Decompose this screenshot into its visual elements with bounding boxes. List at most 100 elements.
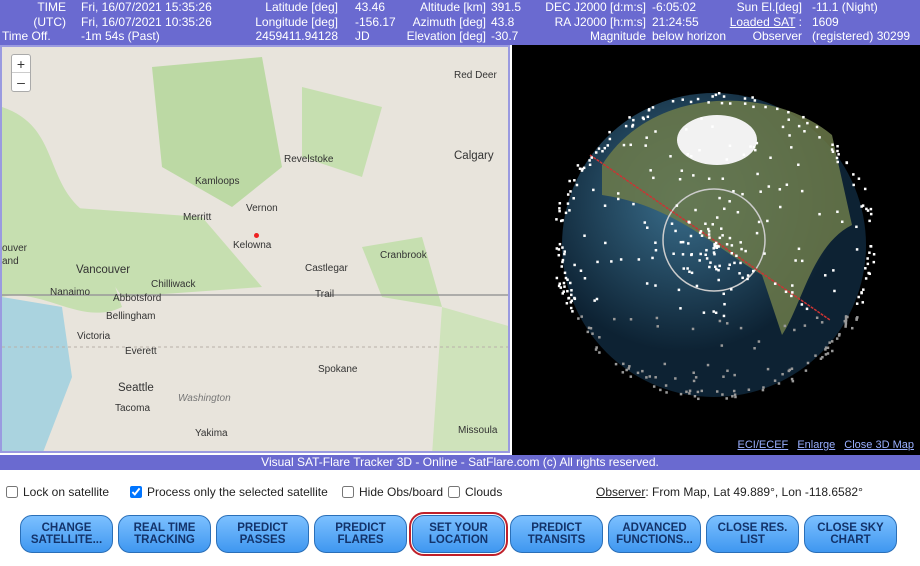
set-your-location-button[interactable]: SET YOUR LOCATION: [409, 512, 508, 556]
predict-passes-button[interactable]: PREDICT PASSES: [216, 515, 309, 553]
satellite-dot: [830, 148, 834, 151]
satellite-dot: [869, 207, 873, 211]
satellite-dot: [621, 371, 625, 374]
change-satellite-button[interactable]: CHANGE SATELLITE...: [20, 515, 113, 553]
satellite-dot: [563, 250, 566, 253]
map-label: Cranbrook: [380, 250, 427, 261]
satellite-dot: [617, 197, 620, 201]
process-selected-option[interactable]: Process only the selected satellite: [130, 485, 328, 499]
satellite-dot: [852, 173, 855, 176]
satellite-dot: [692, 379, 696, 383]
satellite-dot: [831, 349, 834, 353]
button-label: PREDICT TRANSITS: [527, 522, 586, 546]
satellite-dot: [690, 253, 693, 257]
satellite-dot: [704, 222, 707, 226]
satellite-dot: [659, 388, 662, 392]
satellite-dot: [804, 369, 808, 372]
map-label: Kamloops: [195, 176, 240, 187]
zoom-in-button[interactable]: +: [12, 55, 30, 73]
satellite-dot: [717, 278, 720, 282]
jd-label: JD: [355, 29, 370, 43]
map-label: Nanaimo: [50, 287, 91, 298]
satellite-dot: [722, 375, 725, 378]
clouds-checkbox[interactable]: [448, 486, 460, 498]
enlarge-link[interactable]: Enlarge: [797, 439, 835, 451]
satellite-dot: [647, 108, 651, 111]
zoom-out-button[interactable]: –: [12, 73, 30, 91]
globe-3d-view[interactable]: ECI/ECEF Enlarge Close 3D Map: [512, 45, 920, 455]
close-res-list-button[interactable]: CLOSE RES. LIST: [706, 515, 799, 553]
satellite-dot: [604, 241, 607, 245]
close-sky-chart-button[interactable]: CLOSE SKY CHART: [804, 515, 897, 553]
loaded-value: 1609: [812, 14, 839, 29]
satellite-dot: [855, 248, 859, 251]
satellite-dot: [592, 188, 595, 192]
satellite-dot: [753, 347, 756, 350]
satellite-dot: [572, 197, 575, 200]
satellite-dot: [608, 137, 612, 141]
satellite-dot: [725, 243, 729, 246]
satellite-dot: [692, 174, 695, 177]
clouds-option[interactable]: Clouds: [448, 485, 502, 499]
satellite-dot: [573, 296, 576, 300]
satellite-dot: [587, 326, 591, 330]
hide-obs-board-option[interactable]: Hide Obs/board: [342, 485, 443, 499]
satellite-dot: [678, 177, 682, 181]
satellite-dot: [579, 269, 583, 272]
predict-flares-button[interactable]: PREDICT FLARES: [314, 515, 407, 553]
satellite-dot: [712, 310, 715, 313]
process-selected-checkbox[interactable]: [130, 486, 142, 498]
satellite-dot: [844, 323, 848, 326]
satellite-dot: [741, 276, 744, 280]
satellite-dot: [555, 276, 559, 280]
predict-transits-button[interactable]: PREDICT TRANSITS: [510, 515, 603, 553]
satellite-dot: [712, 251, 716, 254]
satellite-dot: [872, 260, 876, 264]
satellite-dot: [747, 388, 751, 391]
satellite-dot: [831, 150, 835, 153]
satellite-dot: [679, 307, 682, 310]
hide-obs-board-checkbox[interactable]: [342, 486, 354, 498]
satellite-dot: [692, 371, 695, 374]
satellite-dot: [707, 101, 710, 104]
observer-link[interactable]: Observer: [596, 485, 645, 499]
map-view[interactable]: + – Red Deer Revelstoke Calgary Kamloops…: [0, 45, 510, 453]
satellite-dot: [641, 369, 644, 373]
satellite-dot: [576, 164, 580, 167]
satellite-dot: [700, 234, 704, 237]
satellite-dot: [560, 265, 563, 268]
satellite-dot: [707, 233, 711, 236]
satellite-dot: [610, 260, 613, 263]
satellite-dot: [866, 209, 870, 212]
lock-on-satellite-option[interactable]: Lock on satellite: [6, 485, 109, 499]
satellite-dot: [707, 227, 710, 231]
satellite-dot: [636, 371, 640, 375]
satellite-dot: [715, 267, 718, 271]
satellite-dot: [697, 397, 700, 401]
satellite-dot: [866, 257, 869, 260]
real-time-tracking-button[interactable]: REAL TIME TRACKING: [118, 515, 211, 553]
satellite-dot: [787, 118, 790, 121]
eci-ecef-link[interactable]: ECI/ECEF: [738, 439, 789, 451]
loaded-sat-link[interactable]: Loaded SAT: [730, 15, 796, 29]
satellite-dot: [846, 315, 849, 319]
satellite-dot: [625, 368, 628, 372]
close-3d-map-link[interactable]: Close 3D Map: [844, 439, 914, 451]
satellite-dot: [708, 265, 711, 269]
satellite-dot: [725, 158, 729, 161]
observer-info: Observer: From Map, Lat 49.889°, Lon -11…: [596, 485, 863, 499]
advanced-functions-button[interactable]: ADVANCED FUNCTIONS...: [608, 515, 701, 553]
map-label: Vancouver: [76, 264, 131, 276]
satellite-dot: [788, 134, 791, 137]
satellite-dot: [791, 284, 794, 287]
satellite-dot: [725, 397, 728, 400]
satellite-dot: [557, 284, 561, 288]
satellite-dot: [864, 267, 867, 270]
satellite-dot: [773, 379, 777, 382]
satellite-dot: [558, 209, 561, 213]
satellite-dot: [637, 258, 641, 261]
lock-on-satellite-checkbox[interactable]: [6, 486, 18, 498]
satellite-dot: [718, 319, 722, 323]
satellite-dot: [705, 257, 709, 260]
observer-text: : From Map, Lat 49.889°, Lon -118.6582°: [645, 485, 863, 499]
